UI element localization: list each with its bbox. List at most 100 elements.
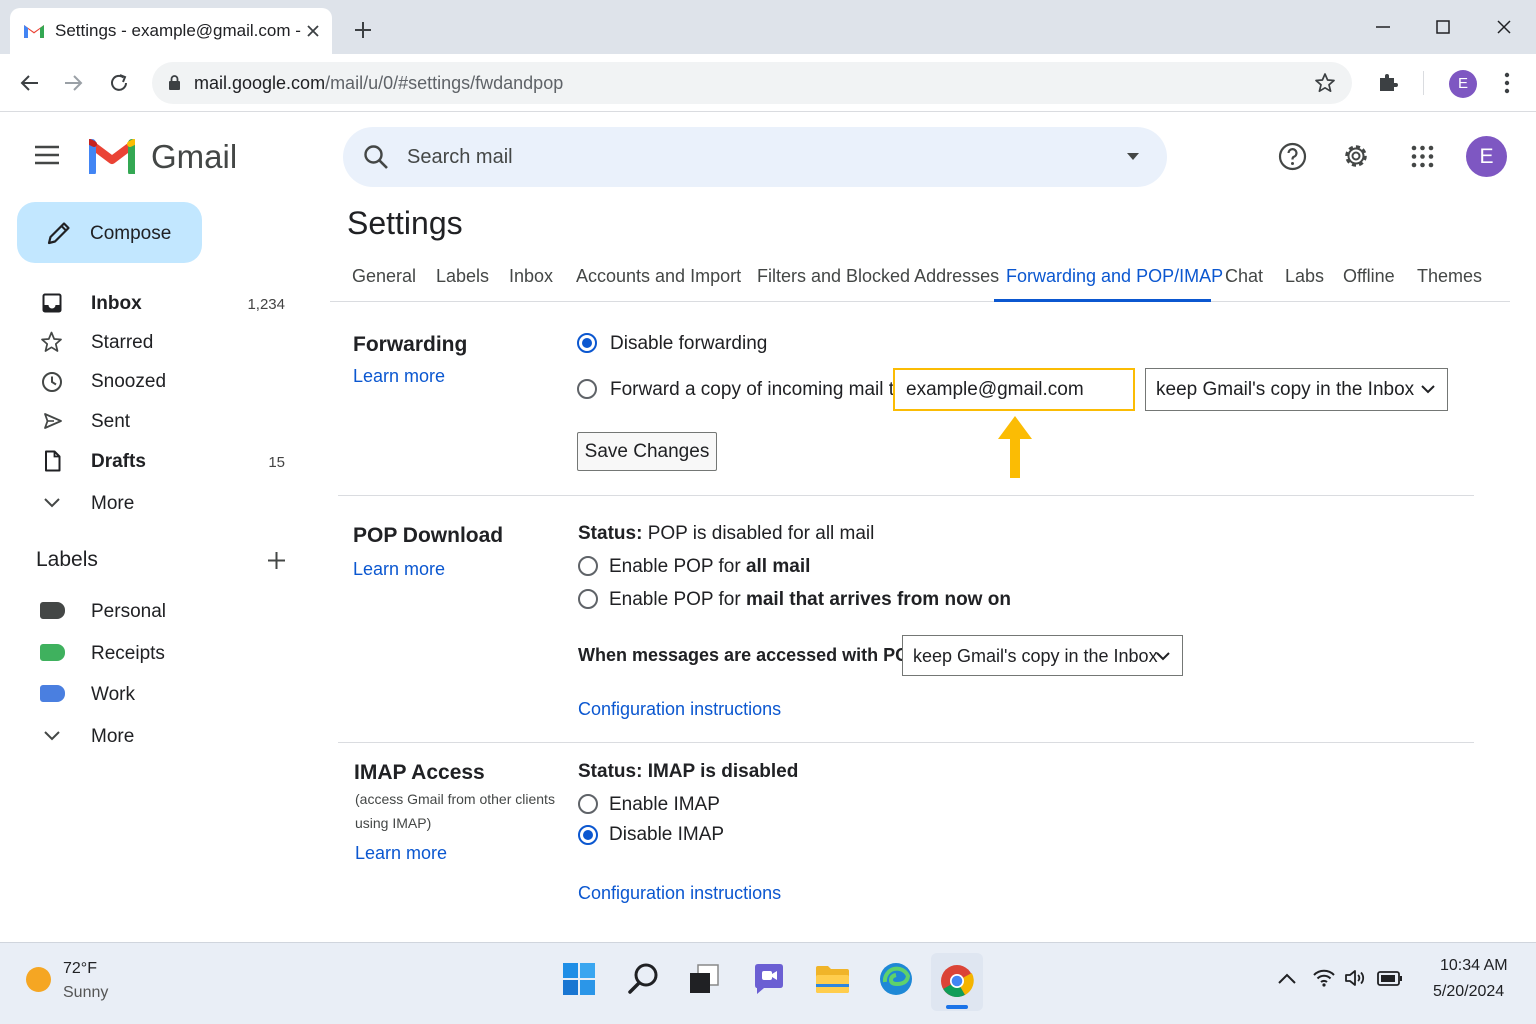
pop-status: Status: POP is disabled for all mail <box>578 523 875 544</box>
pop-access-value: keep Gmail's copy in the Inbox <box>913 646 1158 666</box>
disable-imap-radio[interactable] <box>578 825 598 845</box>
tab-general[interactable]: General <box>352 266 416 287</box>
browser-tab[interactable]: Settings - example@gmail.com - <box>10 8 332 54</box>
clock-time: 10:34 AM <box>1440 957 1508 974</box>
page-title: Settings <box>347 205 463 241</box>
compose-label: Compose <box>90 223 172 244</box>
sidebar-item-label: Starred <box>91 332 154 353</box>
sidebar-item-snoozed[interactable]: Snoozed <box>0 362 310 400</box>
browser-menu-icon[interactable] <box>1504 72 1510 94</box>
minimize-icon[interactable] <box>1376 26 1390 28</box>
forwarding-learn-more-link[interactable]: Learn more <box>353 366 445 387</box>
tab-accounts-and-import[interactable]: Accounts and Import <box>576 266 741 287</box>
sidebar-item-more[interactable]: More <box>0 484 310 522</box>
add-label-icon[interactable] <box>267 551 286 570</box>
apps-grid-icon[interactable] <box>1411 145 1434 168</box>
label-item-receipts[interactable]: Receipts <box>0 634 310 672</box>
weather-sun-icon[interactable] <box>25 966 52 993</box>
browser-tab-title: Settings - example@gmail.com - <box>55 21 301 40</box>
imap-status: Status: IMAP is disabled <box>578 761 799 782</box>
close-window-icon[interactable] <box>1497 20 1511 34</box>
search-bar[interactable]: Search mail <box>343 127 1167 187</box>
edge-browser-icon[interactable] <box>879 962 913 996</box>
tab-labs[interactable]: Labs <box>1285 266 1324 287</box>
tab-offline[interactable]: Offline <box>1343 266 1395 287</box>
chevron-down-icon <box>44 731 60 741</box>
draft-document-icon <box>45 450 61 472</box>
maximize-icon[interactable] <box>1436 20 1450 34</box>
toolbar-separator <box>1423 71 1424 95</box>
label-name: Personal <box>91 601 166 622</box>
save-changes-button[interactable]: Save Changes <box>577 432 717 471</box>
taskbar-search-icon[interactable] <box>627 962 660 995</box>
label-item-work[interactable]: Work <box>0 675 310 713</box>
search-options-caret-icon[interactable] <box>1127 153 1139 160</box>
chevron-down-icon <box>44 498 60 508</box>
search-icon[interactable] <box>363 144 389 170</box>
forward-action-select[interactable]: keep Gmail's copy in the Inbox <box>1145 368 1448 411</box>
label-tag-icon <box>40 685 65 702</box>
tab-inbox[interactable]: Inbox <box>509 266 553 287</box>
battery-icon[interactable] <box>1377 971 1403 986</box>
file-explorer-icon[interactable] <box>815 964 850 994</box>
reload-icon[interactable] <box>108 72 130 94</box>
back-icon[interactable] <box>20 73 40 93</box>
label-name: Receipts <box>91 643 165 664</box>
active-app-indicator <box>946 1005 968 1009</box>
new-tab-icon[interactable] <box>354 21 372 39</box>
enable-imap-radio[interactable] <box>578 794 598 814</box>
windows-taskbar: 72°F Sunny 10:34 AM 5/20/2024 <box>0 942 1536 1024</box>
settings-gear-icon[interactable] <box>1341 141 1371 171</box>
disable-forwarding-label: Disable forwarding <box>610 333 768 354</box>
enable-imap-label: Enable IMAP <box>609 794 720 815</box>
disable-forwarding-radio[interactable] <box>577 333 597 353</box>
enable-pop-all-radio[interactable] <box>578 556 598 576</box>
help-icon[interactable] <box>1278 142 1307 171</box>
label-name: Work <box>91 684 135 705</box>
sidebar-item-label: More <box>91 493 135 514</box>
chrome-browser-icon[interactable] <box>940 964 974 998</box>
labels-more[interactable]: More <box>0 717 310 755</box>
windows-start-icon[interactable] <box>563 963 595 995</box>
teams-chat-icon[interactable] <box>752 962 786 996</box>
tab-themes[interactable]: Themes <box>1417 266 1482 287</box>
wifi-icon[interactable] <box>1312 968 1336 987</box>
extensions-puzzle-icon[interactable] <box>1377 71 1399 93</box>
pop-learn-more-link[interactable]: Learn more <box>353 559 445 580</box>
imap-configuration-link[interactable]: Configuration instructions <box>578 883 781 904</box>
pop-configuration-link[interactable]: Configuration instructions <box>578 699 781 720</box>
sidebar-item-drafts[interactable]: Drafts 15 <box>0 442 310 480</box>
compose-button[interactable]: Compose <box>17 202 202 263</box>
sidebar-item-sent[interactable]: Sent <box>0 402 310 440</box>
tab-labels[interactable]: Labels <box>436 266 489 287</box>
account-avatar[interactable]: E <box>1466 136 1507 177</box>
bookmark-star-icon[interactable] <box>1314 72 1336 94</box>
section-divider <box>338 742 1474 743</box>
sidebar-item-label: Inbox <box>91 293 142 314</box>
forward-copy-radio[interactable] <box>577 379 597 399</box>
forwarding-section-title: Forwarding <box>353 333 468 356</box>
close-tab-icon[interactable] <box>306 24 320 38</box>
address-bar[interactable]: mail.google.com/mail/u/0/#settings/fwdan… <box>152 62 1352 104</box>
browser-profile-avatar[interactable]: E <box>1449 70 1477 98</box>
forward-icon[interactable] <box>63 73 83 93</box>
chevron-up-icon[interactable] <box>1278 973 1296 984</box>
search-input[interactable]: Search mail <box>407 146 513 169</box>
sidebar-item-inbox[interactable]: Inbox 1,234 <box>0 284 310 322</box>
task-view-icon[interactable] <box>689 964 719 994</box>
pop-access-select[interactable]: keep Gmail's copy in the Inbox <box>902 635 1183 676</box>
volume-icon[interactable] <box>1344 968 1368 988</box>
lock-icon[interactable] <box>168 74 181 91</box>
tab-forwarding-and-pop-imap[interactable]: Forwarding and POP/IMAP <box>1006 266 1223 287</box>
tab-chat[interactable]: Chat <box>1225 266 1263 287</box>
imap-learn-more-link[interactable]: Learn more <box>355 843 447 864</box>
forward-action-value: keep Gmail's copy in the Inbox <box>1156 379 1415 400</box>
label-item-personal[interactable]: Personal <box>0 592 310 630</box>
enable-pop-new-radio[interactable] <box>578 589 598 609</box>
pop-access-label: When messages are accessed with POP <box>578 645 922 665</box>
forwarding-address-field[interactable]: example@gmail.com <box>893 368 1135 411</box>
sidebar-item-starred[interactable]: Starred <box>0 323 310 361</box>
send-icon <box>44 413 62 429</box>
main-menu-icon[interactable] <box>34 145 60 165</box>
tab-filters-and-blocked-addresses[interactable]: Filters and Blocked Addresses <box>757 266 999 287</box>
